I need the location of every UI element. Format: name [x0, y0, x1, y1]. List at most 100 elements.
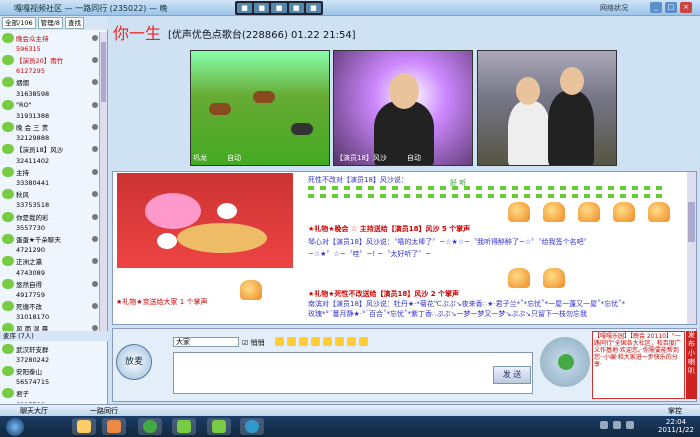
video-content: [548, 91, 594, 165]
tab-all[interactable]: 全部/106: [2, 17, 36, 29]
banner-image: [145, 193, 201, 229]
user-row[interactable]: 【演员18】风沙: [2, 144, 98, 155]
mic-user-row[interactable]: 君子: [2, 388, 98, 399]
user-row[interactable]: 死缠不改: [2, 301, 98, 312]
start-button[interactable]: [6, 418, 24, 436]
promo-banner[interactable]: [117, 173, 293, 268]
tab-search[interactable]: 查找: [64, 17, 84, 29]
mic-user-row[interactable]: 安阳泰山: [2, 365, 98, 376]
user-row[interactable]: 烟烟: [2, 77, 98, 88]
ctrl-button-2[interactable]: ■: [254, 3, 270, 13]
user-list-scrollbar[interactable]: [99, 32, 107, 332]
minimize-icon[interactable]: _: [650, 2, 662, 13]
taskbar-browser[interactable]: [138, 418, 162, 435]
user-id: 33753518: [16, 201, 50, 210]
user-id: 31018170: [16, 313, 50, 322]
network-status[interactable]: 网络状况: [600, 3, 628, 13]
taskbar-app3[interactable]: [240, 418, 264, 435]
user-row[interactable]: 蛋蛋★千朵聊天: [2, 233, 98, 244]
mic-user-id: 6295700: [2, 399, 98, 403]
ctrl-button-1[interactable]: ■: [237, 3, 253, 13]
user-id-row: 32411402: [2, 155, 98, 166]
user-row[interactable]: 正洲之瀛: [2, 256, 98, 267]
close-icon[interactable]: ×: [680, 2, 692, 13]
gift-icon[interactable]: [558, 354, 574, 370]
broadcast-button[interactable]: 发布小喇叭: [686, 331, 697, 399]
user-row[interactable]: "RO": [2, 99, 98, 110]
avatar: [2, 144, 14, 155]
mic-user-name: 武汉轩支群: [16, 345, 49, 354]
avatar: [2, 189, 14, 200]
window-title: 嘎嘎视频社区 — 一路同行 (235022) — 晚: [14, 4, 168, 13]
ctrl-button-5[interactable]: ■: [305, 3, 322, 13]
status-right[interactable]: 掌控: [668, 406, 682, 416]
video-panel-1[interactable]: 巩龙 自动: [190, 50, 330, 166]
user-row[interactable]: 【演员20】雨竹: [2, 54, 98, 65]
chat-input[interactable]: [173, 352, 533, 394]
scroll-thumb[interactable]: [101, 42, 106, 102]
video-panel-2[interactable]: 【演员18】风沙 自动: [333, 50, 473, 166]
maximize-icon[interactable]: □: [665, 2, 677, 13]
gift-icon[interactable]: [299, 337, 308, 346]
clock-time: 22:04: [665, 418, 687, 426]
tray-network-icon[interactable]: [613, 421, 621, 429]
user-row[interactable]: 秋风: [2, 189, 98, 200]
mic-user-row[interactable]: 武汉轩支群: [2, 343, 98, 354]
user-row[interactable]: 主持: [2, 166, 98, 177]
status-icon: [92, 101, 98, 108]
font-icon[interactable]: [275, 337, 284, 346]
ctrl-button-3[interactable]: ■: [271, 3, 287, 13]
taskbar-app1[interactable]: [172, 418, 196, 435]
ctrl-button-4[interactable]: ■: [288, 3, 304, 13]
mic-user-id-text: 6295700: [16, 401, 45, 403]
status-room[interactable]: 一路同行: [90, 406, 118, 416]
mic-user-id-text: 37280242: [16, 355, 50, 364]
emoji-icon[interactable]: [287, 337, 296, 346]
tray-lang-icon[interactable]: [600, 421, 608, 429]
mic-button[interactable]: 放麦: [116, 344, 152, 380]
video-panel-3[interactable]: [477, 50, 617, 166]
video-label: 【演员18】风沙 自动: [336, 153, 421, 163]
video-label-name: 【演员18】风沙: [336, 154, 387, 162]
video-content: [508, 101, 550, 165]
send-button[interactable]: 发 送: [493, 366, 531, 384]
status-icon: [92, 34, 98, 41]
image-icon[interactable]: [311, 337, 320, 346]
tray-volume-icon[interactable]: [626, 421, 634, 429]
room-title: 你一生: [113, 24, 162, 43]
tab-admin[interactable]: 管理/8: [37, 17, 63, 29]
clock[interactable]: 22:04 2011/1/22: [655, 418, 697, 434]
taskbar-explorer[interactable]: [72, 418, 96, 435]
status-icon: [92, 258, 98, 265]
taskbar-app2[interactable]: [207, 418, 231, 435]
user-id: 4917759: [16, 290, 45, 299]
video-content: [516, 77, 540, 105]
chat-scrollbar[interactable]: [687, 172, 696, 324]
user-panel: 全部/106 管理/8 查找 晚会众主持 596315 【演员20】雨竹 612729…: [0, 16, 108, 404]
music-icon[interactable]: [335, 337, 344, 346]
user-row[interactable]: 悠然自得: [2, 278, 98, 289]
flower-icon[interactable]: [323, 337, 332, 346]
taskbar-media[interactable]: [102, 418, 126, 435]
mic-queue-list: 武汉轩支群37280242安阳泰山56574715君子6295700...: [2, 343, 98, 403]
settings-icon[interactable]: [359, 337, 368, 346]
avatar: [2, 301, 14, 312]
clap-icon: [543, 268, 565, 288]
private-checkbox[interactable]: ☑ 悄悄: [242, 338, 265, 348]
user-name: 主持: [16, 168, 29, 177]
chat-message: 琴心对【演员18】风沙说：〝嘻的太棒了〞~☆★☆~〝我听得醉醉了~☆〞〝给我签个…: [308, 238, 591, 246]
clear-icon[interactable]: [347, 337, 356, 346]
video-controls[interactable]: ■ ■ ■ ■ ■: [235, 1, 323, 15]
function-wheel[interactable]: [540, 337, 590, 387]
title-bar: 嘎嘎视频社区 — 一路同行 (235022) — 晚 ■ ■ ■ ■ ■ 网络状…: [0, 0, 700, 16]
status-icon: [92, 303, 98, 310]
chat-message: 死性不改对【演员18】风沙说：: [308, 176, 408, 184]
decoration: [308, 194, 668, 198]
status-hall[interactable]: 聊天大厅: [20, 406, 48, 416]
user-row[interactable]: 你是我的彩: [2, 211, 98, 222]
user-row[interactable]: 晚 会 三 责: [2, 122, 98, 133]
status-icon: [92, 213, 98, 220]
scroll-thumb[interactable]: [688, 202, 695, 242]
chat-target-select[interactable]: 大家: [173, 337, 239, 347]
user-row[interactable]: 晚会众主持: [2, 32, 98, 43]
